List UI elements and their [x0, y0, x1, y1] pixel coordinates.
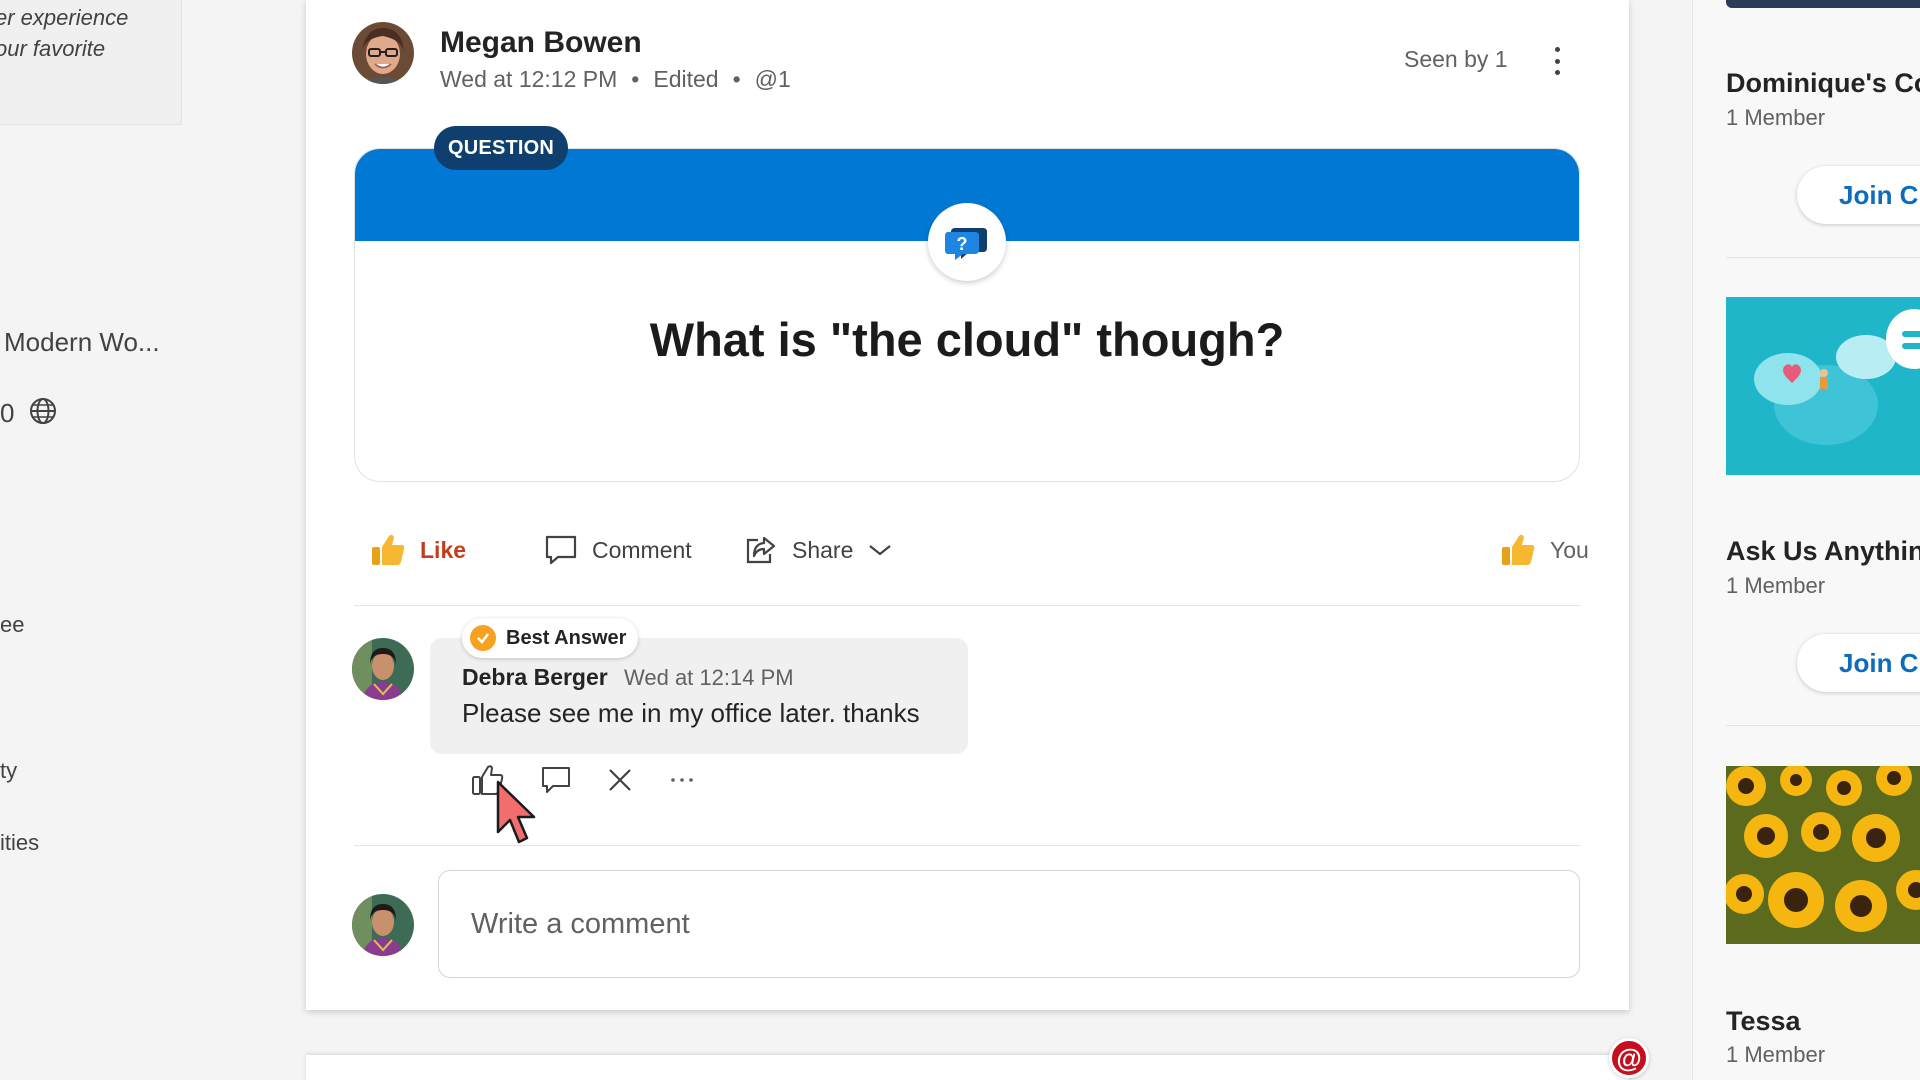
- share-button[interactable]: Share: [744, 530, 907, 570]
- post-meta: Wed at 12:12 PM • Edited • @1: [440, 66, 791, 93]
- comment-reply-button[interactable]: [536, 760, 576, 800]
- community-members-2: 1 Member: [1726, 573, 1826, 598]
- community-title-3[interactable]: Tessa: [1726, 1006, 1801, 1037]
- commenter-name[interactable]: Debra Berger: [462, 664, 608, 691]
- divider: [1726, 257, 1920, 258]
- question-icon: ?: [928, 203, 1006, 281]
- write-comment-input[interactable]: [438, 870, 1580, 978]
- next-post-card: [306, 1055, 1629, 1080]
- comment-time[interactable]: Wed at 12:14 PM: [624, 665, 794, 691]
- community-image-1[interactable]: [1726, 0, 1920, 8]
- post-edited-label: Edited: [653, 66, 719, 92]
- comment-text: Please see me in my office later. thanks: [462, 698, 920, 728]
- divider: [354, 605, 1580, 606]
- reacted-by-label: You: [1550, 536, 1589, 563]
- mention-button[interactable]: @: [1609, 1038, 1649, 1078]
- current-user-avatar: [352, 894, 414, 956]
- promo-line-1: er experience: [0, 5, 129, 30]
- community-title-1[interactable]: Dominique's Co: [1726, 68, 1920, 99]
- thumbs-up-reaction-icon: [1502, 534, 1535, 565]
- author-photo: [352, 22, 414, 84]
- post-mention-count[interactable]: @1: [755, 66, 791, 92]
- close-icon: [609, 769, 631, 791]
- community-name[interactable]: Modern Wo...: [4, 327, 160, 358]
- comment-more-button[interactable]: [662, 760, 702, 800]
- post-card: Megan Bowen Wed at 12:12 PM • Edited • @1 Se…: [306, 0, 1629, 1010]
- author-avatar[interactable]: [352, 22, 414, 84]
- left-nav-item-ee[interactable]: ee: [0, 612, 24, 638]
- left-nav-item-ities[interactable]: ities: [0, 830, 39, 856]
- commenter-avatar[interactable]: [352, 638, 414, 700]
- community-image-2[interactable]: [1726, 297, 1920, 475]
- member-count: 0: [0, 398, 15, 428]
- left-nav-item-ty[interactable]: ty: [0, 758, 17, 784]
- sunflowers-photo: [1726, 766, 1920, 944]
- like-button[interactable]: Like: [370, 530, 466, 570]
- promo-text: er experience our favorite: [0, 2, 128, 64]
- community-title-2[interactable]: Ask Us Anything: [1726, 536, 1920, 567]
- post-time[interactable]: Wed at 12:12 PM: [440, 66, 617, 92]
- promo-card[interactable]: er experience our favorite: [0, 0, 182, 125]
- divider: [1726, 725, 1920, 726]
- chevron-down-icon[interactable]: [867, 542, 893, 558]
- promo-line-2: our favorite: [0, 36, 106, 61]
- question-title: What is "the cloud" though?: [649, 313, 1285, 366]
- share-icon: [746, 536, 776, 564]
- question-bubble-icon: ?: [945, 228, 987, 260]
- globe-icon: [30, 398, 56, 424]
- svg-text:?: ?: [957, 234, 968, 254]
- community-image-3[interactable]: [1726, 766, 1920, 944]
- community-members-1: 1 Member: [1726, 105, 1826, 130]
- best-answer-badge: Best Answer: [462, 618, 639, 658]
- reply-icon: [542, 767, 570, 793]
- post-action-bar: Like Comment Share You: [354, 520, 1589, 580]
- right-sidebar: Dominique's Co 1 Member Join C Ask Us An…: [1692, 0, 1920, 1080]
- join-community-button-1[interactable]: Join C: [1797, 166, 1920, 224]
- comment-button[interactable]: Comment: [544, 530, 692, 570]
- more-options-icon[interactable]: [1542, 44, 1572, 78]
- ellipsis-icon: [671, 778, 693, 782]
- seen-by-link[interactable]: Seen by 1: [1404, 46, 1508, 73]
- mouse-cursor-icon: [496, 780, 536, 844]
- best-answer-label: Best Answer: [506, 626, 627, 649]
- unmark-best-answer-button[interactable]: [600, 760, 640, 800]
- reactions-summary[interactable]: You: [1500, 530, 1589, 570]
- comment-label: Comment: [592, 536, 692, 563]
- commenter-photo: [352, 638, 414, 700]
- meta-separator: •: [732, 66, 741, 92]
- thumbs-up-filled-icon: [372, 534, 405, 565]
- share-label: Share: [792, 536, 854, 563]
- checkmark-icon: [470, 625, 496, 651]
- post-author-name[interactable]: Megan Bowen: [440, 26, 642, 60]
- like-label: Like: [420, 536, 467, 563]
- join-community-button-2[interactable]: Join C: [1797, 634, 1920, 692]
- meta-separator: •: [631, 66, 640, 92]
- community-members-3: 1 Member: [1726, 1042, 1826, 1067]
- current-user-photo: [352, 894, 414, 956]
- question-badge: QUESTION: [434, 126, 569, 170]
- comment-icon: [545, 535, 577, 565]
- left-sidebar: er experience our favorite Modern Wo... …: [0, 0, 300, 1080]
- chat-bubbles-illustration: [1754, 309, 1920, 445]
